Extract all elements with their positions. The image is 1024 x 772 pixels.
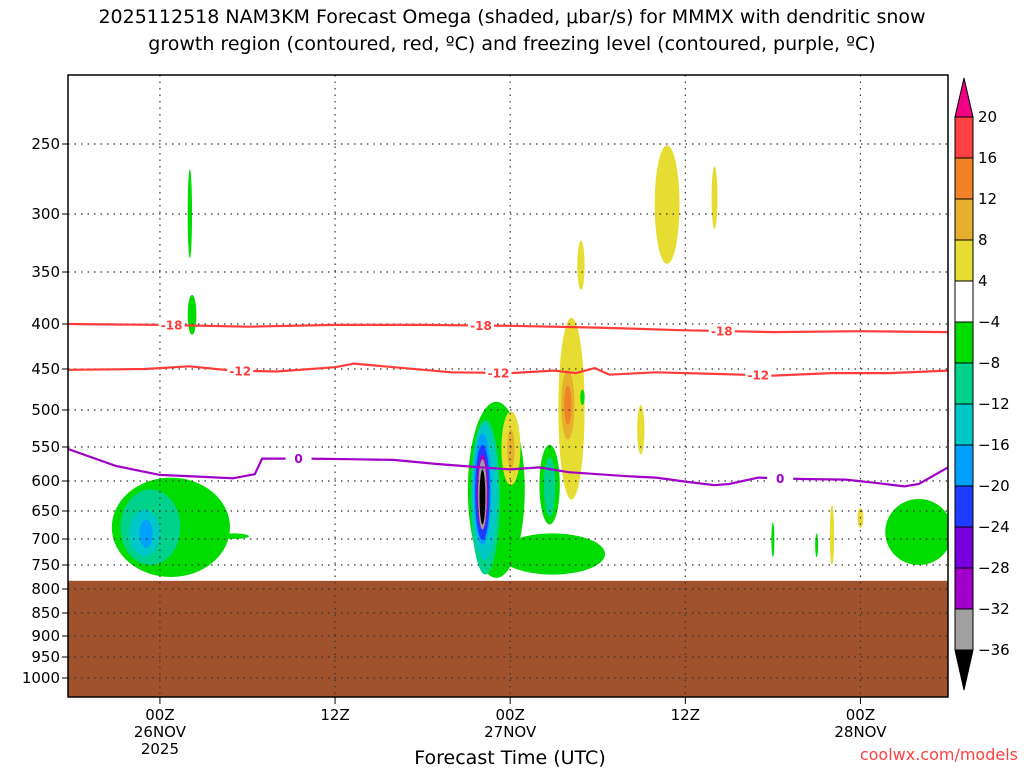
- omega-region-22: [564, 385, 572, 425]
- omega-region-1: [187, 294, 197, 335]
- colorbar-label-7: −12: [978, 395, 1010, 413]
- omega-region-17: [479, 469, 486, 525]
- y-tick-label-550: 550: [31, 438, 60, 456]
- colorbar-label-3: 8: [978, 231, 988, 249]
- y-tick-label-450: 450: [31, 360, 60, 378]
- contour-label-dgz-minus18-2: -18: [711, 325, 733, 339]
- x-tick-label-0-2: 2025: [141, 740, 179, 758]
- colorbar-box-8: [954, 444, 974, 487]
- contour-label-freezing-level-0: 0: [294, 452, 302, 466]
- colorbar-label-11: −28: [978, 559, 1010, 577]
- y-tick-label-650: 650: [31, 502, 60, 520]
- y-tick-label-850: 850: [31, 604, 60, 622]
- contour-label-dgz-minus18-0: -18: [161, 319, 183, 333]
- colorbar-label-12: −32: [978, 600, 1010, 618]
- y-tick-label-750: 750: [31, 556, 60, 574]
- y-tick-label-600: 600: [31, 472, 60, 490]
- colorbar-label-9: −20: [978, 477, 1010, 495]
- y-tick-label-1000: 1000: [22, 669, 60, 687]
- chart-title-line-2: growth region (contoured, red, ºC) and f…: [148, 33, 875, 55]
- y-tick-label-800: 800: [31, 580, 60, 598]
- contour-label-dgz-minus12-0: -12: [229, 364, 251, 378]
- chart-title-line-1: 2025112518 NAM3KM Forecast Omega (shaded…: [98, 6, 925, 28]
- contour-dgz-minus18: [68, 322, 948, 334]
- omega-region-29: [829, 505, 835, 565]
- y-tick-label-300: 300: [31, 205, 60, 223]
- x-tick-label-0-0: 00Z: [145, 706, 174, 724]
- colorbar-over-triangle: [954, 77, 974, 118]
- credit-text: coolwx.com/models: [860, 745, 1018, 764]
- x-tick-label-2-1: 27NOV: [484, 723, 537, 741]
- omega-region-3: [218, 533, 249, 539]
- omega-region-28: [885, 499, 948, 565]
- colorbar-box-10: [954, 526, 974, 569]
- y-tick-label-250: 250: [31, 135, 60, 153]
- x-tick-label-4-1: 28NOV: [834, 723, 887, 741]
- colorbar-box-5: [954, 321, 974, 364]
- omega-region-26: [711, 166, 718, 230]
- ground-fill: [68, 580, 948, 697]
- y-tick-label-900: 900: [31, 627, 60, 645]
- terrain-below-ground: [68, 580, 948, 697]
- contour-label-freezing-level-1: 0: [776, 472, 784, 486]
- x-tick-label-0-1: 26NOV: [134, 723, 187, 741]
- y-axis: 250 300 350 400 450 500 550 600 650 700 750 800 850 9…: [22, 135, 68, 687]
- x-axis-label: Forecast Time (UTC): [414, 747, 605, 768]
- omega-region-25: [654, 145, 680, 264]
- colorbar-label-6: −8: [978, 354, 1000, 372]
- omega-region-10: [543, 457, 556, 517]
- contour-label-dgz-minus12-2: -12: [747, 369, 769, 383]
- colorbar: 20 16 12 8 4 −4 −8 −12 −16 −20 −24 −28 −32 −36: [954, 77, 1010, 691]
- colorbar-under-triangle: [954, 649, 974, 691]
- colorbar-box-1: [954, 157, 974, 200]
- y-tick-label-400: 400: [31, 315, 60, 333]
- colorbar-label-8: −16: [978, 436, 1010, 454]
- colorbar-box-7: [954, 403, 974, 446]
- x-tick-label-1-0: 12Z: [320, 706, 349, 724]
- omega-cross-section-chart: 2025112518 NAM3KM Forecast Omega (shaded…: [22, 6, 1018, 769]
- colorbar-label-4: 4: [978, 272, 988, 290]
- omega-region-24: [580, 389, 585, 406]
- x-tick-label-3-0: 12Z: [671, 706, 700, 724]
- y-tick-label-350: 350: [31, 263, 60, 281]
- omega-region-19: [507, 429, 515, 470]
- omega-shading: [111, 145, 948, 578]
- colorbar-label-0: 20: [978, 108, 997, 126]
- omega-region-31: [771, 522, 775, 558]
- omega-region-23: [577, 240, 585, 290]
- y-tick-label-950: 950: [31, 648, 60, 666]
- x-tick-label-2-0: 00Z: [496, 706, 525, 724]
- colorbar-box-2: [954, 198, 974, 241]
- y-tick-label-700: 700: [31, 530, 60, 548]
- colorbar-label-5: −4: [978, 313, 1000, 331]
- y-tick-label-500: 500: [31, 401, 60, 419]
- colorbar-label-13: −36: [978, 641, 1010, 659]
- colorbar-label-10: −24: [978, 518, 1010, 536]
- colorbar-box-3: [954, 239, 974, 282]
- omega-region-6: [139, 519, 153, 548]
- x-tick-label-4-0: 00Z: [846, 706, 875, 724]
- colorbar-label-1: 16: [978, 149, 997, 167]
- omega-region-32: [815, 533, 819, 558]
- contour-label-dgz-minus18-1: -18: [470, 319, 492, 333]
- omega-region-0: [187, 169, 193, 259]
- colorbar-label-2: 12: [978, 190, 997, 208]
- colorbar-box-9: [954, 485, 974, 528]
- contour-label-dgz-minus12-1: -12: [488, 366, 510, 380]
- colorbar-box-6: [954, 362, 974, 405]
- colorbar-box-11: [954, 567, 974, 610]
- colorbar-box-4: [954, 280, 974, 323]
- colorbar-box-0: [954, 116, 974, 159]
- colorbar-box-12: [954, 608, 974, 651]
